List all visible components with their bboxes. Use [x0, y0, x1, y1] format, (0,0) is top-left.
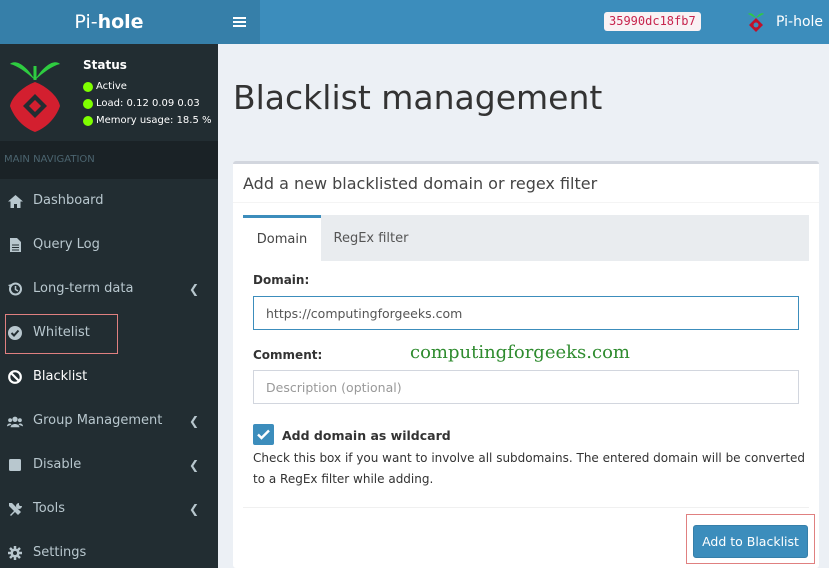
top-navbar: 35990dc18fb7 Pi-hole [218, 0, 829, 44]
chevron-left-icon: ❮ [189, 502, 200, 516]
blacklist-highlight-annotation [5, 314, 118, 354]
sidebar-item-disable[interactable]: Disable ❮ [0, 443, 218, 487]
sidebar-item-group-management[interactable]: Group Management ❮ [0, 399, 218, 443]
user-label: Pi-hole [776, 14, 824, 30]
sidebar-toggle-button[interactable] [218, 0, 260, 44]
users-icon [7, 413, 23, 429]
status-active-text: Active [96, 81, 127, 92]
sidebar-item-dashboard[interactable]: Dashboard [0, 179, 218, 223]
comment-input[interactable] [253, 370, 799, 404]
domain-input[interactable] [253, 296, 799, 330]
sidebar-item-tools[interactable]: Tools ❮ [0, 487, 218, 531]
status-memory-text: Memory usage: 18.5 % [96, 115, 212, 126]
filter-tabs: Domain RegEx filter [243, 215, 809, 261]
sidebar-item-label: Dashboard [33, 193, 104, 208]
sidebar-item-long-term-data[interactable]: Long-term data ❮ [0, 267, 218, 311]
checkmark-icon [257, 429, 270, 440]
box-title: Add a new blacklisted domain or regex fi… [243, 174, 598, 193]
tab-domain[interactable]: Domain [243, 215, 321, 261]
stop-icon [7, 457, 23, 473]
file-icon [7, 237, 23, 253]
sidebar-item-label: Disable [33, 457, 82, 472]
pihole-user-icon [748, 13, 764, 32]
status-load-text: Load: 0.12 0.09 0.03 [96, 98, 200, 109]
wildcard-checkbox[interactable] [253, 424, 274, 445]
comment-label: Comment: [253, 348, 323, 362]
chevron-left-icon: ❮ [189, 458, 200, 472]
wildcard-label: Add domain as wildcard [282, 428, 451, 443]
hamburger-icon [232, 17, 246, 27]
sidebar-item-settings[interactable]: Settings [0, 531, 218, 568]
status-title: Status [83, 58, 127, 72]
divider [243, 507, 809, 508]
logo-text-prefix: Pi- [74, 11, 98, 33]
status-active: Active [83, 81, 127, 92]
sidebar-item-label: Settings [33, 545, 87, 560]
status-dot-icon [83, 115, 93, 126]
pihole-logo-icon [10, 62, 60, 132]
ban-icon [7, 369, 23, 385]
watermark-text: computingforgeeks.com [410, 342, 630, 363]
app-logo[interactable]: Pi-hole [0, 0, 218, 44]
history-icon [7, 281, 23, 297]
status-load: Load: 0.12 0.09 0.03 [83, 98, 200, 109]
status-memory: Memory usage: 18.5 % [83, 115, 212, 126]
main-navigation-header: MAIN NAVIGATION [0, 141, 218, 179]
status-dot-icon [83, 98, 93, 109]
add-button-highlight-annotation [686, 514, 815, 564]
tab-regex-filter[interactable]: RegEx filter [321, 215, 421, 261]
sidebar-item-query-log[interactable]: Query Log [0, 223, 218, 267]
logo-text-bold: hole [97, 11, 144, 33]
tools-icon [7, 501, 23, 517]
gear-icon [7, 545, 23, 561]
wildcard-help-text: Check this box if you want to involve al… [253, 451, 806, 486]
sidebar-item-label: Blacklist [33, 369, 88, 384]
sidebar-item-label: Query Log [33, 237, 100, 252]
version-hash-badge: 35990dc18fb7 [604, 12, 701, 31]
chevron-left-icon: ❮ [189, 414, 200, 428]
chevron-left-icon: ❮ [189, 282, 200, 296]
add-blacklist-box: Add a new blacklisted domain or regex fi… [233, 161, 819, 568]
home-icon [7, 193, 23, 209]
sidebar-item-label: Group Management [33, 413, 163, 428]
divider [233, 202, 819, 203]
sidebar-item-label: Long-term data [33, 281, 134, 296]
page-title: Blacklist management [233, 78, 603, 117]
sidebar-item-blacklist[interactable]: Blacklist [0, 355, 218, 399]
status-panel: Status Active Load: 0.12 0.09 0.03 Memor… [0, 44, 218, 141]
user-menu[interactable]: Pi-hole [746, 0, 823, 44]
domain-label: Domain: [253, 273, 310, 287]
status-dot-icon [83, 81, 93, 92]
sidebar-item-label: Tools [33, 501, 66, 516]
